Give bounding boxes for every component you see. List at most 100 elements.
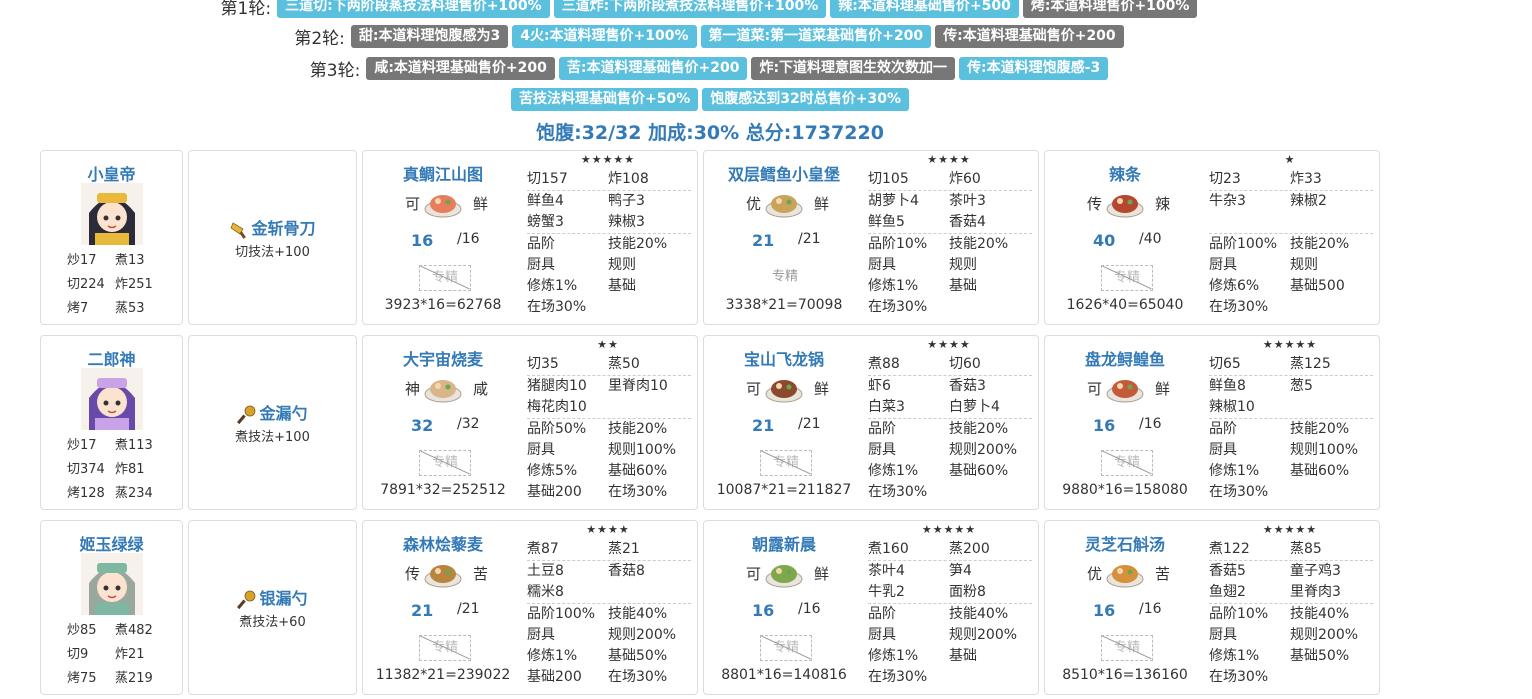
detail-cell: 基础500 xyxy=(1290,278,1345,294)
dish-quantity[interactable]: 16 xyxy=(1093,601,1115,620)
dish-quantity[interactable]: 21 xyxy=(752,231,774,250)
equip-card[interactable]: 金漏勺 煮技法+100 xyxy=(188,335,357,510)
dish-score-formula: 10087*21=211827 xyxy=(716,482,852,498)
detail-cell: 规则200% xyxy=(949,627,1018,643)
detail-row: 在场30% xyxy=(868,667,1032,688)
equip-card[interactable]: 银漏勺 煮技法+60 xyxy=(188,520,357,695)
dish-quantity[interactable]: 40 xyxy=(1093,231,1115,250)
dish-quantity-max: /16 xyxy=(1139,601,1162,617)
chef-stat: 烤75 xyxy=(67,671,97,686)
detail-row: 煮88 切60 xyxy=(868,354,1032,376)
detail-cell: 品阶 xyxy=(868,606,896,622)
dish-quantity[interactable]: 16 xyxy=(752,601,774,620)
chef-stat: 煮482 xyxy=(115,623,153,638)
detail-row: 品阶 技能20% xyxy=(527,234,691,255)
dish-card[interactable]: 森林烩藜麦传 苦 21/21 专精 11382*21=239022 ★★★★ 煮87 蒸21 土… xyxy=(362,520,698,695)
specialty-toggle[interactable]: 专精 xyxy=(419,450,471,476)
dish-name: 宝山飞龙锅 xyxy=(743,350,824,369)
dish-card[interactable]: 辣条传 辣 40/40 专精 1626*40=65040 ★ 切23 炸33 牛杂3 辣椒2 品阶1… xyxy=(1044,150,1380,325)
specialty-toggle[interactable]: 专精 xyxy=(760,635,812,661)
equip-desc: 煮技法+100 xyxy=(235,430,310,445)
detail-cell: 切105 xyxy=(868,171,909,187)
detail-row: 鱼翅2 里脊肉3 xyxy=(1209,582,1373,604)
dish-score-formula: 7891*32=252512 xyxy=(380,482,506,498)
dish-card[interactable]: 朝露新晨可 鲜 16/16 专精 8801*16=140816 ★★★★★ 煮160 蒸200… xyxy=(703,520,1039,695)
detail-row: 在场30% xyxy=(868,482,1032,503)
detail-row: 牛杂3 辣椒2 xyxy=(1209,191,1373,212)
dish-card[interactable]: 灵芝石斛汤优 苦 16/16 专精 8510*16=136160 ★★★★★ 煮122 蒸85… xyxy=(1044,520,1380,695)
detail-cell: 修炼5% xyxy=(527,463,578,479)
dish-quantity[interactable]: 16 xyxy=(411,231,433,250)
dish-quantity[interactable]: 16 xyxy=(1093,416,1115,435)
dish-stars: ★ xyxy=(1284,153,1296,166)
detail-cell: 鱼翅2 xyxy=(1209,584,1246,600)
detail-cell: 童子鸡3 xyxy=(1290,563,1341,579)
detail-cell: 技能20% xyxy=(608,236,668,252)
rule-tag: 传:本道料理基础售价+200 xyxy=(935,25,1124,48)
detail-row: 品阶 技能20% xyxy=(868,419,1032,440)
chef-stat: 切374 xyxy=(67,462,105,477)
detail-row: 基础200 在场30% xyxy=(527,667,691,688)
chef-card[interactable]: 小皇帝 炒17 煮13 切224 炸251 烤7 蒸53 xyxy=(40,150,183,325)
detail-cell: 技能40% xyxy=(1290,606,1350,622)
dish-quantity-max: /40 xyxy=(1139,231,1162,247)
specialty-toggle[interactable]: 专精 xyxy=(1101,265,1153,291)
detail-row: 修炼1% 基础50% xyxy=(1209,646,1373,667)
dish-card[interactable]: 大宇宙烧麦神 咸 32/32 专精 7891*32=252512 ★★ 切35 蒸50 猪腿肉1… xyxy=(362,335,698,510)
detail-cell: 切35 xyxy=(527,356,559,372)
dish-card[interactable]: 双层鳕鱼小皇堡优 鲜 21/21 专精 3338*21=70098 ★★★★ 切105 炸60… xyxy=(703,150,1039,325)
cleaver-icon xyxy=(229,220,249,240)
dish-card[interactable]: 宝山飞龙锅可 鲜 21/21 专精 10087*21=211827 ★★★★ 煮88 切60 虾… xyxy=(703,335,1039,510)
detail-row: 牛乳2 面粉8 xyxy=(868,582,1032,604)
chef-stat: 烤128 xyxy=(67,486,105,501)
dish-quantity[interactable]: 21 xyxy=(411,601,433,620)
detail-row: 在场30% xyxy=(868,297,1032,318)
equip-name: 银漏勺 xyxy=(189,585,356,610)
dish-card[interactable]: 盘龙鲟鳇鱼可 鲜 16/16 专精 9880*16=158080 ★★★★★ 切65 蒸125… xyxy=(1044,335,1380,510)
dish-stars: ★★★★★ xyxy=(1262,338,1318,351)
dish-score-formula: 3923*16=62768 xyxy=(384,297,502,313)
detail-cell: 蒸85 xyxy=(1290,541,1322,557)
chef-stat: 煮13 xyxy=(115,253,145,268)
chef-card[interactable]: 二郎神 炒17 煮113 切374 炸81 烤128 蒸234 xyxy=(40,335,183,510)
specialty-toggle[interactable]: 专精 xyxy=(1101,635,1153,661)
dish-card[interactable]: 真鲷江山图可 鲜 16/16 专精 3923*16=62768 ★★★★★ 切157 炸108… xyxy=(362,150,698,325)
detail-cell: 修炼1% xyxy=(868,278,919,294)
rule-tag: 辣:本道料理基础售价+500 xyxy=(830,0,1019,18)
specialty-toggle[interactable]: 专精 xyxy=(760,265,810,289)
detail-row: 在场30% xyxy=(1209,667,1373,688)
dish-taste: 苦 xyxy=(473,565,489,583)
detail-cell: 基础50% xyxy=(1290,648,1350,664)
specialty-toggle[interactable]: 专精 xyxy=(419,265,471,291)
specialty-toggle[interactable]: 专精 xyxy=(1101,450,1153,476)
dish-image xyxy=(423,370,463,404)
chef-name: 小皇帝 xyxy=(87,165,136,184)
detail-cell: 品阶 xyxy=(1209,421,1237,437)
dish-quantity[interactable]: 32 xyxy=(411,416,433,435)
detail-row xyxy=(1209,212,1373,234)
dish-taste: 鲜 xyxy=(1155,380,1171,398)
detail-row: 土豆8 香菇8 xyxy=(527,561,691,582)
specialty-toggle[interactable]: 专精 xyxy=(760,450,812,476)
detail-row: 品阶 技能40% xyxy=(868,604,1032,625)
detail-row: 茶叶4 笋4 xyxy=(868,561,1032,582)
detail-cell xyxy=(608,297,689,318)
detail-cell: 规则100% xyxy=(608,442,677,458)
detail-row: 厨具 规则200% xyxy=(527,625,691,646)
detail-cell: 品阶100% xyxy=(527,606,596,622)
equip-card[interactable]: 金斩骨刀 切技法+100 xyxy=(188,150,357,325)
detail-row: 厨具 规则 xyxy=(527,255,691,276)
detail-cell: 香菇5 xyxy=(1209,563,1246,579)
detail-cell: 里脊肉10 xyxy=(608,378,668,394)
detail-cell: 规则100% xyxy=(1290,442,1359,458)
specialty-toggle[interactable]: 专精 xyxy=(419,635,471,661)
detail-cell: 基础50% xyxy=(608,648,668,664)
chef-card[interactable]: 姬玉绿绿 炒85 煮482 切9 炸21 烤75 蒸219 xyxy=(40,520,183,695)
dish-quantity[interactable]: 21 xyxy=(752,416,774,435)
detail-cell: 蒸50 xyxy=(608,356,640,372)
detail-cell: 白菜3 xyxy=(868,399,905,415)
detail-row: 辣椒10 xyxy=(1209,397,1373,419)
rule-tag: 烤:本道料理售价+100% xyxy=(1022,0,1198,18)
chef-stat: 炒17 xyxy=(67,438,97,453)
detail-row: 品阶100% 技能40% xyxy=(527,604,691,625)
